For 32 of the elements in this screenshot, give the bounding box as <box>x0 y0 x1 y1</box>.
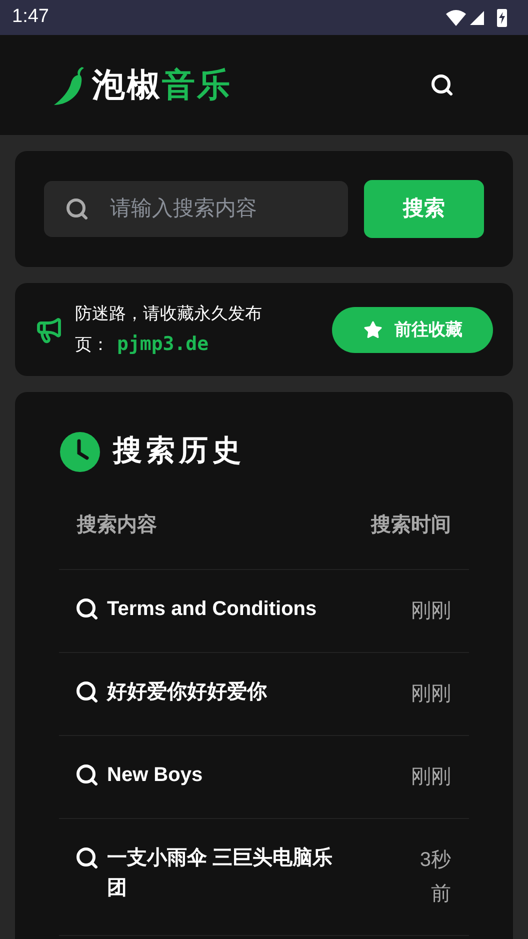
column-header: 搜索内容 <box>77 512 157 538</box>
search-icon <box>75 846 99 870</box>
battery-icon <box>496 8 508 26</box>
clock-icon <box>59 430 101 473</box>
status-time: 1:47 <box>12 5 49 30</box>
star-icon <box>362 320 382 340</box>
search-time: 刚刚 <box>410 764 451 790</box>
search-query: Terms and Conditions <box>107 596 317 622</box>
history-row[interactable]: 一支小雨伞 三巨头电脑乐团 3秒前 <box>59 818 469 936</box>
search-time: 刚刚 <box>410 682 451 706</box>
history-title: 搜索历史 <box>113 434 245 469</box>
search-icon <box>65 197 89 221</box>
history-row[interactable]: Terms and Conditions 刚刚 <box>59 570 469 652</box>
search-query: 一支小雨伞 三巨头电脑乐团 <box>107 846 334 900</box>
wifi-icon <box>446 9 466 26</box>
megaphone-icon <box>35 316 63 344</box>
notice-link[interactable]: pjmp3.de <box>117 333 209 355</box>
search-time: 3秒前 <box>418 848 451 906</box>
search-icon <box>75 762 99 786</box>
search-field[interactable]: 请输入搜索内容 <box>44 181 348 237</box>
history-row[interactable]: New Boys 刚刚 <box>59 736 469 818</box>
column-header: 搜索时间 <box>371 513 451 538</box>
search-icon[interactable] <box>430 73 454 97</box>
search-time: 刚刚 <box>410 598 451 624</box>
signal-icon <box>470 10 484 24</box>
notice-text: 防迷路，请收藏永久发布页： pjmp3.de <box>75 303 263 357</box>
history-row[interactable]: 好好爱你好好爱你 刚刚 <box>59 652 469 736</box>
search-query: 好好爱你好好爱你 <box>107 680 267 704</box>
search-query: New Boys <box>107 762 203 788</box>
search-icon <box>75 680 99 704</box>
search-icon <box>75 596 99 620</box>
app-logo-text[interactable]: 泡椒音乐 <box>92 60 232 110</box>
